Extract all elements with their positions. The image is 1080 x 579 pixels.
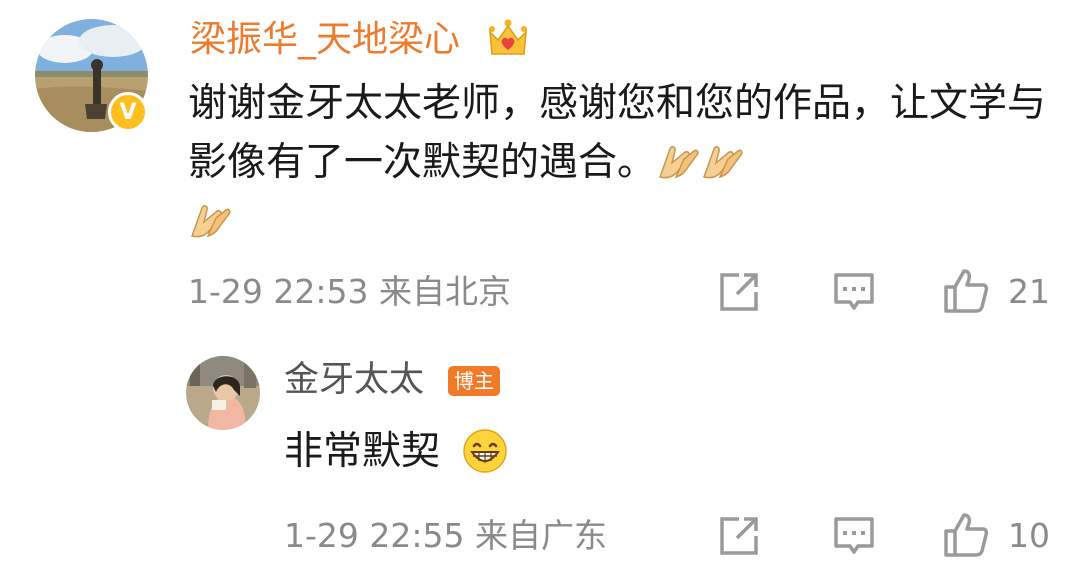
commenter-name[interactable]: 梁振华_天地梁心 <box>190 16 460 64</box>
comment-time: 1-29 22:53 <box>188 272 369 311</box>
clap-hands-icon <box>659 146 699 179</box>
comment-body: 谢谢金牙太太老师，感谢您和您的作品，让文学与影像有了一次默契的遇合。 <box>188 81 1047 185</box>
reply-text: 非常默契 <box>284 429 441 474</box>
crown-heart-icon[interactable] <box>486 16 530 60</box>
replier-name[interactable]: 金牙太太 <box>284 356 424 404</box>
comment-meta: 1-29 22:53 来自北京 <box>188 270 511 314</box>
thumbs-up-icon[interactable] <box>942 511 990 559</box>
comment-text: 谢谢金牙太太老师，感谢您和您的作品，让文学与影像有了一次默契的遇合。 <box>188 74 1048 251</box>
replier-avatar[interactable] <box>186 356 260 430</box>
comment-like-count: 21 <box>1008 272 1050 311</box>
reply-source: 来自广东 <box>475 516 607 555</box>
owner-badge: 博主 <box>448 366 500 396</box>
thumbs-up-icon[interactable] <box>942 267 990 315</box>
clap-hands-icon <box>703 146 743 179</box>
comment-icon[interactable] <box>832 270 876 314</box>
share-icon[interactable] <box>717 514 761 558</box>
reply-meta: 1-29 22:55 来自广东 <box>284 514 607 558</box>
clap-hands-icon <box>191 205 231 238</box>
share-icon[interactable] <box>717 270 761 314</box>
verified-badge: V <box>108 92 148 132</box>
reply-time: 1-29 22:55 <box>284 516 465 555</box>
grinning-face-icon <box>463 429 507 473</box>
comment-icon[interactable] <box>832 514 876 558</box>
reply-like-count: 10 <box>1008 516 1050 555</box>
comment-source: 来自北京 <box>379 272 511 311</box>
